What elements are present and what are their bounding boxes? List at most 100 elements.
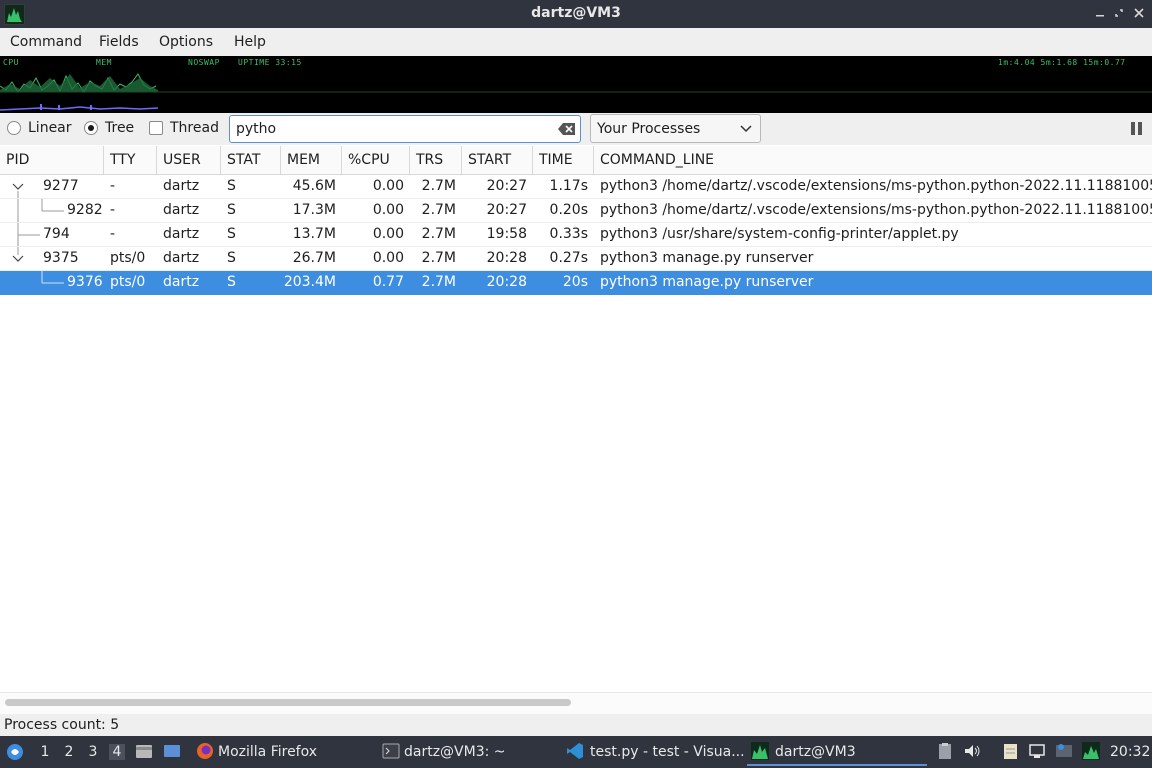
- maximize-button[interactable]: [1111, 5, 1127, 21]
- clear-search-icon[interactable]: [558, 122, 576, 136]
- menu-help[interactable]: Help: [234, 34, 266, 50]
- vscode-icon: [566, 742, 584, 760]
- terminal-icon: [382, 742, 400, 760]
- task-label: dartz@VM3: [775, 744, 856, 760]
- trs-cell: 2.7M: [421, 178, 456, 194]
- menu-bar: Command Fields Options Help: [0, 28, 1152, 56]
- thread-label[interactable]: Thread: [170, 120, 219, 136]
- cpu-cell: 0.00: [372, 178, 404, 194]
- user-cell: dartz: [163, 250, 200, 266]
- column-header-mem[interactable]: MEM: [281, 146, 342, 174]
- table-row[interactable]: 9282 - dartz S 17.3M 0.00 2.7M 20:27 0.2…: [0, 199, 1152, 223]
- status-bar: Process count: 5: [0, 714, 1152, 736]
- menu-options[interactable]: Options: [159, 34, 213, 50]
- task-firefox[interactable]: Mozilla Firefox: [192, 738, 368, 766]
- workspace-1[interactable]: 1: [37, 744, 53, 760]
- mem-cell: 26.7M: [292, 250, 336, 266]
- table-row[interactable]: 794 - dartz S 13.7M 0.00 2.7M 19:58 0.33…: [0, 223, 1152, 247]
- column-header-time[interactable]: TIME: [533, 146, 594, 174]
- volume-icon[interactable]: [963, 742, 981, 760]
- cpu-history-plot: [0, 73, 1152, 111]
- qps-task-icon: [751, 742, 769, 760]
- command-line-cell: python3 /home/dartz/.vscode/extensions/m…: [600, 202, 1152, 218]
- notes-icon[interactable]: [1001, 742, 1019, 760]
- column-header-stat[interactable]: STAT: [221, 146, 281, 174]
- trs-cell: 2.7M: [421, 274, 456, 290]
- user-cell: dartz: [163, 274, 200, 290]
- command-line-cell: python3 /home/dartz/.vscode/extensions/m…: [600, 178, 1152, 194]
- clock[interactable]: 20:32: [1110, 744, 1150, 760]
- time-cell: 1.17s: [549, 178, 588, 194]
- minimize-button[interactable]: [1092, 5, 1108, 21]
- menu-command[interactable]: Command: [10, 34, 82, 50]
- column-header-tty[interactable]: TTY: [104, 146, 157, 174]
- column-header-pid[interactable]: PID: [0, 146, 104, 174]
- column-header-trs[interactable]: TRS: [410, 146, 462, 174]
- table-row-selected[interactable]: 9376 pts/0 dartz S 203.4M 0.77 2.7M 20:2…: [0, 271, 1152, 295]
- tree-expand-icon[interactable]: [0, 175, 44, 199]
- file-manager-icon[interactable]: [135, 742, 153, 760]
- notification-icon[interactable]: [1055, 742, 1073, 760]
- start-menu-icon[interactable]: [6, 743, 24, 761]
- start-cell: 19:58: [486, 226, 527, 242]
- tty-cell: -: [110, 178, 116, 194]
- user-cell: dartz: [163, 202, 200, 218]
- thread-checkbox[interactable]: [149, 121, 163, 135]
- taskbar: 1 2 3 4 Mozilla Firefox dartz@VM3: ~ tes…: [0, 736, 1152, 768]
- tree-expand-icon[interactable]: [0, 247, 44, 271]
- time-cell: 0.27s: [549, 250, 588, 266]
- process-filter-select[interactable]: Your Processes: [590, 114, 761, 143]
- start-cell: 20:28: [486, 274, 527, 290]
- clipboard-icon[interactable]: [936, 742, 954, 760]
- view-linear-label[interactable]: Linear: [28, 120, 72, 136]
- table-header: PID TTY USER STAT MEM %CPU TRS START TIM…: [0, 146, 1152, 175]
- user-cell: dartz: [163, 226, 200, 242]
- time-cell: 0.20s: [549, 202, 588, 218]
- workspace-2[interactable]: 2: [61, 744, 77, 760]
- mem-cell: 45.6M: [292, 178, 336, 194]
- column-header-start[interactable]: START: [462, 146, 533, 174]
- task-terminal[interactable]: dartz@VM3: ~: [378, 738, 556, 766]
- pid-cell: 9277: [43, 178, 79, 194]
- horizontal-scrollbar-thumb[interactable]: [5, 699, 571, 706]
- workspace-4[interactable]: 4: [109, 744, 125, 760]
- cpu-cell: 0.00: [372, 202, 404, 218]
- search-input[interactable]: pytho: [229, 115, 581, 143]
- view-tree-radio[interactable]: [84, 121, 98, 135]
- table-row[interactable]: 9375 pts/0 dartz S 26.7M 0.00 2.7M 20:28…: [0, 247, 1152, 271]
- mem-cell: 17.3M: [292, 202, 336, 218]
- pid-cell: 9282: [67, 202, 103, 218]
- toolbar: Linear Tree Thread pytho Your Processes: [0, 113, 1152, 145]
- chevron-down-icon: [740, 122, 752, 138]
- time-cell: 0.33s: [549, 226, 588, 242]
- mem-cell: 13.7M: [292, 226, 336, 242]
- menu-fields[interactable]: Fields: [99, 34, 139, 50]
- system-monitor-graph: CPU MEM NOSWAP UPTIME 33:15 1m:4.04 5m:1…: [0, 56, 1152, 113]
- stat-cell: S: [227, 274, 236, 290]
- tree-branch-icon: [17, 223, 40, 246]
- trs-cell: 2.7M: [421, 202, 456, 218]
- table-row[interactable]: 9277 - dartz S 45.6M 0.00 2.7M 20:27 1.1…: [0, 175, 1152, 199]
- search-value: pytho: [236, 121, 277, 137]
- task-vscode[interactable]: test.py - test - Visua...: [562, 738, 745, 766]
- window-title: dartz@VM3: [531, 5, 621, 21]
- cpu-cell: 0.77: [372, 274, 404, 290]
- trs-cell: 2.7M: [421, 250, 456, 266]
- column-header-command-line[interactable]: COMMAND_LINE: [594, 146, 1152, 174]
- task-qps[interactable]: dartz@VM3: [747, 738, 927, 766]
- close-button[interactable]: [1131, 5, 1147, 21]
- cpu-cell: 0.00: [372, 226, 404, 242]
- network-icon[interactable]: [1028, 742, 1046, 760]
- workspace-3[interactable]: 3: [85, 744, 101, 760]
- start-cell: 20:27: [486, 202, 527, 218]
- qps-tray-icon[interactable]: [1082, 742, 1100, 760]
- tty-cell: -: [110, 202, 116, 218]
- view-linear-radio[interactable]: [7, 121, 21, 135]
- time-cell: 20s: [562, 274, 588, 290]
- view-tree-label[interactable]: Tree: [105, 120, 134, 136]
- column-header-user[interactable]: USER: [157, 146, 221, 174]
- show-desktop-icon[interactable]: [163, 742, 181, 760]
- pause-icon[interactable]: [1131, 122, 1143, 135]
- column-header-cpu[interactable]: %CPU: [342, 146, 410, 174]
- task-label: Mozilla Firefox: [218, 744, 318, 760]
